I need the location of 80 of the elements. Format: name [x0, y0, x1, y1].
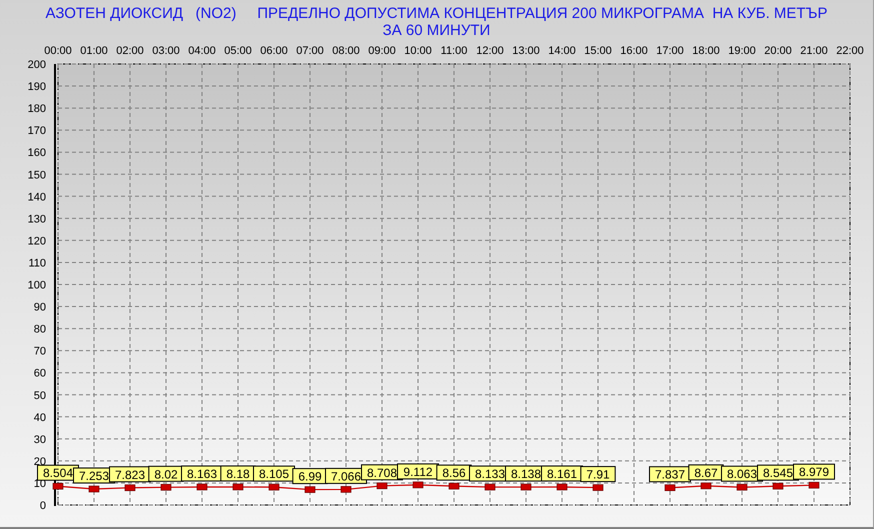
x-tick-label: 07:00	[296, 45, 324, 57]
x-tick-label: 15:00	[584, 45, 612, 57]
data-label: 8.56	[436, 464, 472, 481]
x-tick-label: 01:00	[80, 45, 108, 57]
y-tick-label: 160	[28, 147, 46, 160]
data-label: 9.112	[397, 463, 439, 480]
data-point	[124, 484, 136, 492]
y-tick-label: 190	[28, 81, 46, 94]
data-point	[736, 484, 748, 491]
data-label: 8.504	[37, 464, 79, 481]
x-tick-label: 11:00	[440, 45, 468, 57]
data-point	[268, 484, 280, 490]
x-tick-label: 19:00	[728, 45, 756, 57]
y-tick-label: 150	[28, 169, 46, 182]
y-tick-label: 40	[34, 412, 46, 424]
x-tick-label: 20:00	[764, 45, 792, 57]
data-label: 8.18	[220, 465, 256, 482]
y-tick-label: 50	[34, 390, 46, 402]
data-point	[232, 484, 244, 490]
y-tick-label: 140	[28, 191, 46, 204]
data-point	[808, 482, 820, 488]
x-tick-label: 02:00	[116, 45, 144, 57]
data-label: 8.979	[793, 464, 835, 480]
x-tick-label: 22:00	[836, 45, 864, 57]
data-point	[556, 484, 568, 490]
y-tick-label: 90	[34, 302, 46, 314]
x-tick-label: 18:00	[692, 45, 720, 57]
y-tick-label: 0	[40, 500, 46, 512]
x-tick-label: 03:00	[152, 45, 180, 57]
y-tick-label: 30	[34, 434, 46, 446]
data-point	[340, 486, 352, 493]
data-label: 7.066	[325, 468, 367, 484]
x-tick-label: 17:00	[656, 45, 684, 57]
x-tick-label: 05:00	[224, 45, 252, 57]
data-point	[304, 486, 316, 493]
data-label: 8.163	[181, 466, 223, 482]
y-tick-label: 170	[28, 125, 46, 138]
x-tick-label: 09:00	[368, 45, 396, 57]
x-tick-label: 06:00	[260, 45, 288, 57]
data-label: 8.67	[688, 464, 724, 480]
data-point	[196, 484, 208, 490]
data-point	[484, 484, 496, 490]
y-tick-label: 130	[28, 213, 46, 226]
data-label: 7.823	[109, 466, 151, 482]
data-point	[448, 482, 460, 490]
x-tick-label: 14:00	[548, 45, 576, 57]
x-tick-label: 16:00	[620, 45, 648, 57]
data-point	[52, 482, 64, 490]
x-tick-label: 08:00	[332, 45, 360, 57]
data-point	[592, 484, 604, 491]
data-label: 8.02	[148, 466, 184, 482]
chart-title: ЗА 60 МИНУТИ	[382, 22, 490, 39]
y-tick-label: 80	[34, 324, 46, 336]
x-tick-label: 21:00	[800, 45, 828, 57]
x-tick-label: 00:00	[44, 45, 72, 57]
y-tick-label: 180	[28, 103, 46, 116]
y-tick-label: 70	[34, 346, 46, 358]
data-label: 8.161	[541, 466, 583, 482]
data-point	[160, 484, 172, 491]
y-tick-label: 110	[28, 257, 46, 270]
y-tick-label: 60	[34, 368, 46, 380]
data-point	[412, 482, 424, 488]
x-tick-label: 12:00	[476, 45, 504, 57]
data-point	[700, 482, 712, 490]
data-point	[520, 484, 532, 490]
data-point	[88, 486, 100, 492]
data-point	[772, 482, 784, 490]
data-point	[664, 484, 676, 492]
y-tick-label: 200	[28, 59, 46, 71]
y-tick-label: 100	[28, 280, 46, 292]
data-label: 7.837	[649, 466, 691, 482]
x-tick-label: 13:00	[512, 45, 540, 57]
x-tick-label: 10:00	[404, 45, 432, 57]
data-label: 7.91	[580, 466, 616, 482]
data-point	[376, 482, 388, 490]
data-label: 6.99	[292, 468, 328, 484]
x-tick-label: 04:00	[188, 45, 216, 57]
y-tick-label: 120	[28, 235, 46, 248]
data-label: 8.105	[253, 466, 295, 482]
chart-title: АЗОТЕН ДИОКСИД (NO2) ПРЕДЕЛНО ДОПУСТИМА КОНЦЕНТРАЦИЯ 200 МИКРОГРАМА НА КУБ. МЕТЪР	[46, 5, 828, 22]
